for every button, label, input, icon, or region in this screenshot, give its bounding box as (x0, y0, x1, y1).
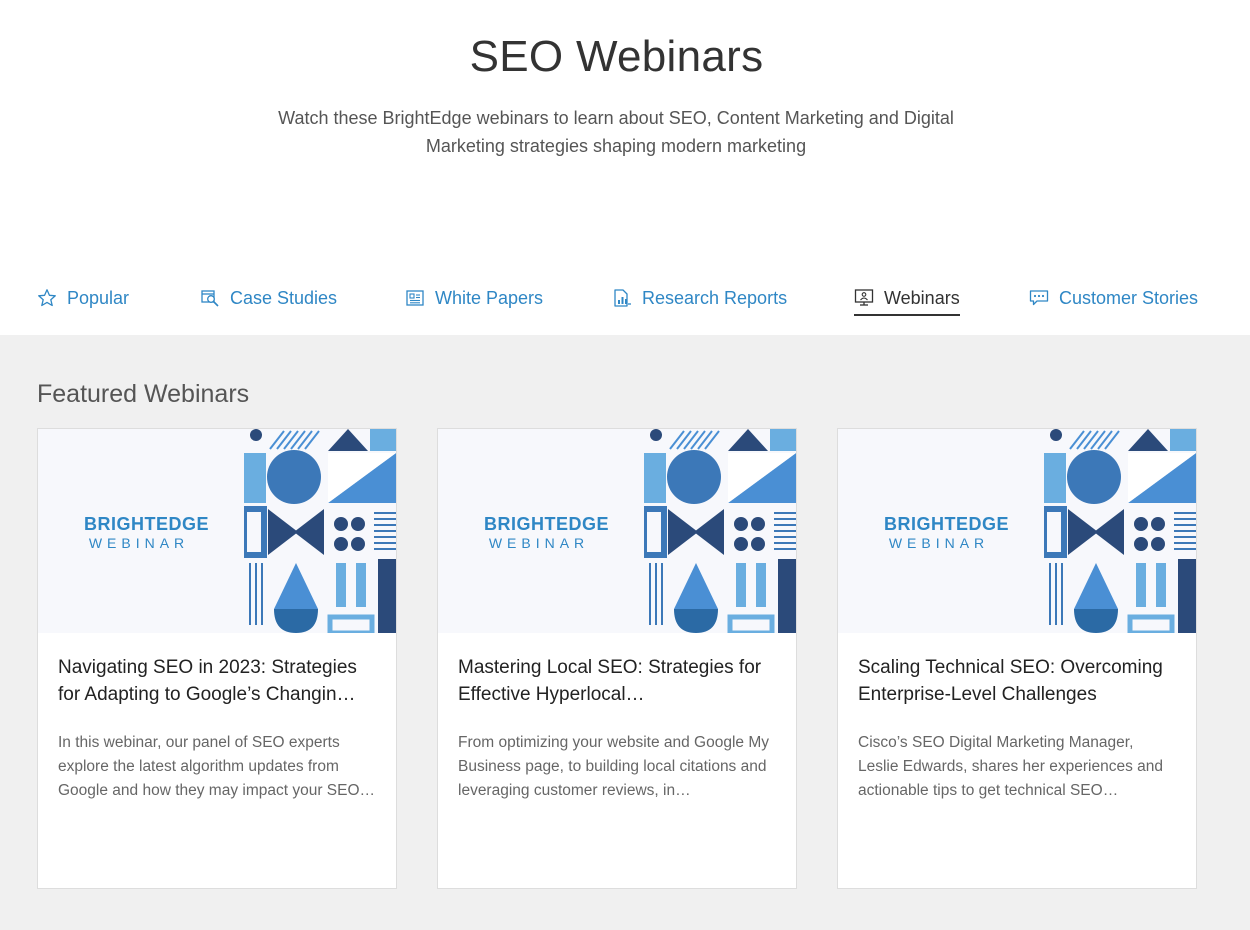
tab-label: Customer Stories (1059, 287, 1199, 308)
brightedge-webinar-logo: BRIGHTEDGE WEBINAR (884, 514, 1010, 551)
page-title: SEO Webinars (469, 32, 764, 81)
tab-research-reports[interactable]: Research Reports (612, 282, 787, 314)
tab-webinars[interactable]: Webinars (854, 282, 960, 316)
document-icon (405, 288, 425, 308)
tab-case-studies[interactable]: Case Studies (200, 282, 337, 314)
report-chart-icon (612, 288, 632, 308)
webinar-thumbnail: BRIGHTEDGE WEBINAR (38, 429, 396, 633)
tab-label: White Papers (435, 287, 544, 308)
page-subtitle: Watch these BrightEdge webinars to learn… (278, 108, 954, 156)
brightedge-webinar-logo: BRIGHTEDGE WEBINAR (484, 514, 610, 551)
webinar-description: From optimizing your website and Google … (458, 734, 769, 799)
webinar-title[interactable]: Mastering Local SEO: Strategies for Effe… (458, 654, 778, 708)
webinar-card[interactable]: BRIGHTEDGE WEBINAR (37, 428, 397, 889)
webinar-title[interactable]: Scaling Technical SEO: Overcoming Enterp… (858, 654, 1178, 708)
category-tabs: Popular Case Studies White Papers Resear… (0, 282, 1250, 322)
webinar-card[interactable]: BRIGHTEDGE WEBINAR (837, 428, 1197, 889)
webinar-card[interactable]: BRIGHTEDGE WEBINAR (437, 428, 797, 889)
webinar-title[interactable]: Navigating SEO in 2023: Strategies for A… (58, 654, 378, 708)
webinar-thumbnail: BRIGHTEDGE WEBINAR (438, 429, 796, 633)
geometric-pattern-art (244, 429, 396, 633)
tab-white-papers[interactable]: White Papers (405, 282, 543, 314)
chat-bubble-icon (1029, 288, 1049, 308)
tab-popular[interactable]: Popular (37, 282, 129, 314)
brightedge-webinar-logo: BRIGHTEDGE WEBINAR (84, 514, 210, 551)
tab-label: Case Studies (230, 287, 338, 308)
presentation-icon (854, 288, 874, 308)
webinar-description: In this webinar, our panel of SEO expert… (58, 734, 376, 799)
tab-customer-stories[interactable]: Customer Stories (1029, 282, 1198, 314)
featured-webinars-section: Featured Webinars BRIGHTEDGE WEBINAR Nav… (0, 335, 1250, 930)
case-study-icon (200, 288, 220, 308)
page-header: SEO Webinars Watch these BrightEdge webi… (0, 0, 1250, 335)
tab-label: Research Reports (642, 287, 788, 308)
geometric-pattern-art (1044, 429, 1196, 633)
tab-label: Webinars (884, 287, 960, 308)
webinar-description: Cisco’s SEO Digital Marketing Manager, L… (858, 734, 1164, 799)
star-icon (37, 288, 57, 308)
section-title: Featured Webinars (37, 380, 250, 408)
webinar-thumbnail: BRIGHTEDGE WEBINAR (838, 429, 1196, 633)
geometric-pattern-art (644, 429, 796, 633)
tab-label: Popular (67, 287, 130, 308)
